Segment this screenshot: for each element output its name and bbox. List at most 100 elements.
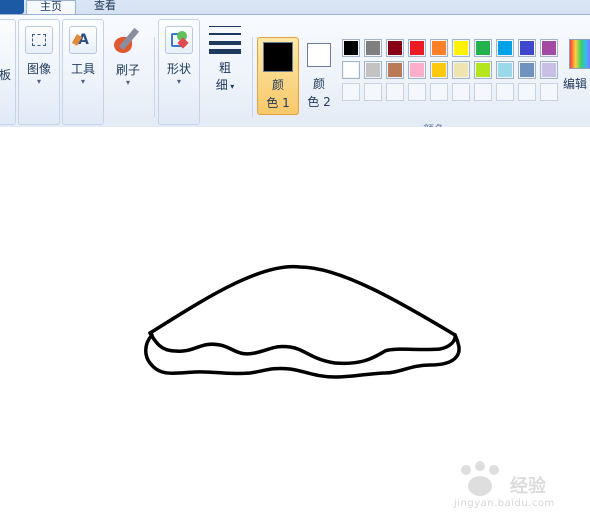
edit-colors-label: 编辑 [563,77,588,91]
palette-swatch[interactable] [452,61,470,79]
image-label: 图像 [26,62,51,76]
shapes-group: 形状 ▾ [158,19,200,125]
color-spectrum-icon [569,39,590,69]
shapes-button[interactable]: 形状 ▾ [161,26,197,87]
palette-swatch[interactable] [408,61,426,79]
swatch-color [432,41,446,55]
palette-swatch[interactable] [496,83,514,101]
swatch-color [366,41,380,55]
swatch-color [520,63,534,77]
swatch-color [520,41,534,55]
shapes-label: 形状 [166,62,191,76]
palette-swatch[interactable] [540,39,558,57]
color2-label-line2: 色 2 [307,95,331,109]
tools-label: 工具 [70,62,95,76]
swatch-color [388,41,402,55]
palette-swatch[interactable] [408,39,426,57]
swatch-color [366,63,380,77]
image-group: 图像 ▾ [18,19,60,125]
pencil-icon: A [69,26,97,54]
palette-swatch[interactable] [386,61,404,79]
clipboard-label[interactable]: 板 [0,66,15,83]
ribbon: 板 图像 ▾ A 工具 ▾ 刷子 ▾ 形状 ▾ 粗 细 ▾ 颜 色 1 颜 色 … [0,14,590,136]
palette-swatch[interactable] [408,83,426,101]
tools-group: A 工具 ▾ [62,19,104,125]
brushes-label: 刷子 [115,63,140,77]
swatch-color [432,63,446,77]
palette-swatch[interactable] [342,39,360,57]
tab-view[interactable]: 查看 [84,0,126,14]
palette-swatch[interactable] [474,83,492,101]
color2-label-line1: 颜 [312,77,325,91]
palette-swatch[interactable] [518,39,536,57]
palette-swatch[interactable] [364,61,382,79]
swatch-color [476,63,490,77]
palette-swatch[interactable] [540,61,558,79]
color1-label-line2: 色 1 [266,96,290,110]
chevron-down-icon: ▾ [36,77,41,86]
palette-swatch[interactable] [386,39,404,57]
swatch-color [344,41,358,55]
ribbon-separator [154,37,155,117]
palette-swatch[interactable] [496,61,514,79]
image-button[interactable]: 图像 ▾ [21,26,57,87]
palette-swatch[interactable] [540,83,558,101]
swatch-color [542,63,556,77]
brush-icon [112,25,144,57]
chevron-down-icon: ▾ [80,77,85,86]
swatch-color [410,63,424,77]
chevron-down-icon: ▾ [176,77,181,86]
paw-logo [461,461,499,496]
palette-swatch[interactable] [518,61,536,79]
swatch-color [542,41,556,55]
watermark-text: 经验 [510,476,546,497]
edit-colors-button[interactable]: 编辑 [563,35,590,115]
swatch-color [454,63,468,77]
file-menu-button[interactable] [0,0,24,14]
ribbon-separator [252,37,253,117]
swatch-color [388,63,402,77]
size-label-line2: 细 [215,78,228,92]
palette-swatch[interactable] [474,61,492,79]
chevron-down-icon: ▾ [227,82,235,91]
palette-swatch[interactable] [496,39,514,57]
palette-swatch[interactable] [386,83,404,101]
palette-swatch[interactable] [364,83,382,101]
drawn-bottom-wave [144,333,461,379]
palette-swatch[interactable] [518,83,536,101]
color2-button[interactable]: 颜 色 2 [301,37,337,113]
drawn-middle-wave [148,331,457,366]
palette-swatch[interactable] [342,61,360,79]
palette-swatch[interactable] [342,83,360,101]
swatch-color [498,41,512,55]
brushes-button[interactable]: 刷子 ▾ [108,25,148,88]
swatch-color [498,63,512,77]
swatch-color [476,41,490,55]
chevron-down-icon: ▾ [125,78,130,87]
shapes-icon [165,26,193,54]
palette-swatch[interactable] [364,39,382,57]
size-label-line1: 粗 [218,61,231,75]
baidu-watermark: 经验 jingyan.baidu.com [450,458,590,518]
line-size-icon [209,23,241,54]
palette-swatch[interactable] [430,61,448,79]
palette-swatch[interactable] [430,83,448,101]
select-icon [25,26,53,54]
color1-button[interactable]: 颜 色 1 [257,37,299,115]
color2-swatch [307,43,331,67]
color1-label-line1: 颜 [271,78,284,92]
palette-swatch[interactable] [430,39,448,57]
palette-swatch[interactable] [452,83,470,101]
tools-button[interactable]: A 工具 ▾ [65,26,101,87]
ribbon-tab-strip: 主页 查看 [0,0,590,16]
palette-swatch[interactable] [474,39,492,57]
palette-swatch[interactable] [452,39,470,57]
swatch-color [344,63,358,77]
size-button[interactable]: 粗 细 ▾ [204,23,246,93]
drawn-top-curve [148,264,457,337]
clipboard-group: 板 [0,19,16,125]
swatch-color [454,41,468,55]
swatch-color [410,41,424,55]
watermark-url: jingyan.baidu.com [454,498,555,509]
color1-swatch [263,42,293,72]
